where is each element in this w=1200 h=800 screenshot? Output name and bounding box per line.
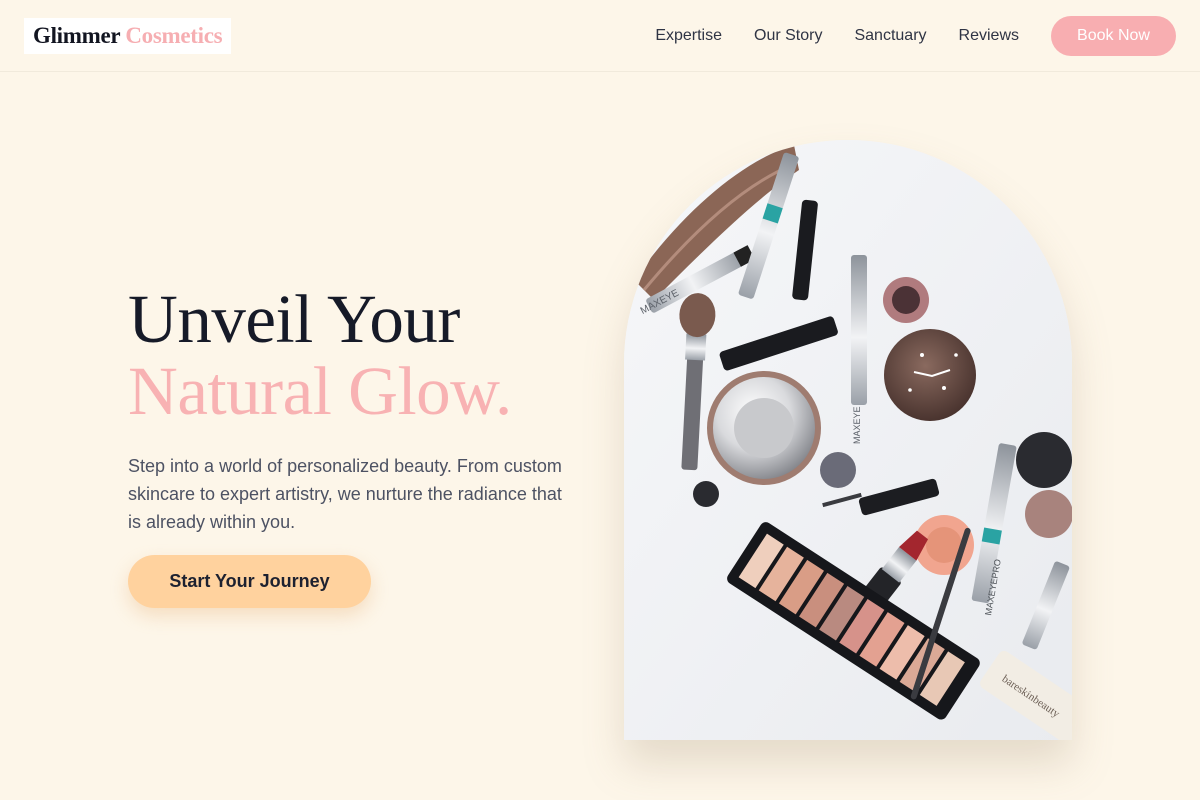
nav-link-sanctuary[interactable]: Sanctuary [854, 27, 926, 45]
nav-link-expertise[interactable]: Expertise [655, 27, 722, 45]
silver-tube-3 [851, 255, 867, 405]
small-pot [693, 481, 719, 507]
hero-title-line-2: Natural Glow. [128, 353, 512, 429]
site-header: Glimmer Cosmetics Expertise Our Story Sa… [0, 0, 1200, 72]
hero-title-line-1: Unveil Your [128, 281, 460, 357]
start-journey-button[interactable]: Start Your Journey [128, 555, 371, 608]
book-now-button[interactable]: Book Now [1051, 16, 1176, 56]
hero-image-arch: bareskinbeauty MAXEYE MAXEYE MAXEYEPRO [624, 140, 1072, 740]
logo-text-primary: Glimmer [33, 23, 120, 48]
eyeshadow-pot-3 [1025, 490, 1072, 538]
hero-title: Unveil Your Natural Glow. [128, 283, 512, 427]
brand-logo[interactable]: Glimmer Cosmetics [24, 18, 232, 54]
hero-subtitle: Step into a world of personalized beauty… [128, 456, 562, 532]
main-nav: Expertise Our Story Sanctuary Reviews Bo… [655, 16, 1176, 56]
black-jar [1016, 432, 1072, 488]
nav-link-our-story[interactable]: Our Story [754, 27, 822, 45]
eyeshadow-pot-2 [820, 452, 856, 488]
logo-text-accent: Cosmetics [125, 23, 223, 48]
cosmetics-flatlay-illustration: bareskinbeauty MAXEYE MAXEYE MAXEYEPRO [624, 140, 1072, 740]
brand-text-2: MAXEYE [852, 406, 862, 444]
nav-link-reviews[interactable]: Reviews [959, 27, 1019, 45]
